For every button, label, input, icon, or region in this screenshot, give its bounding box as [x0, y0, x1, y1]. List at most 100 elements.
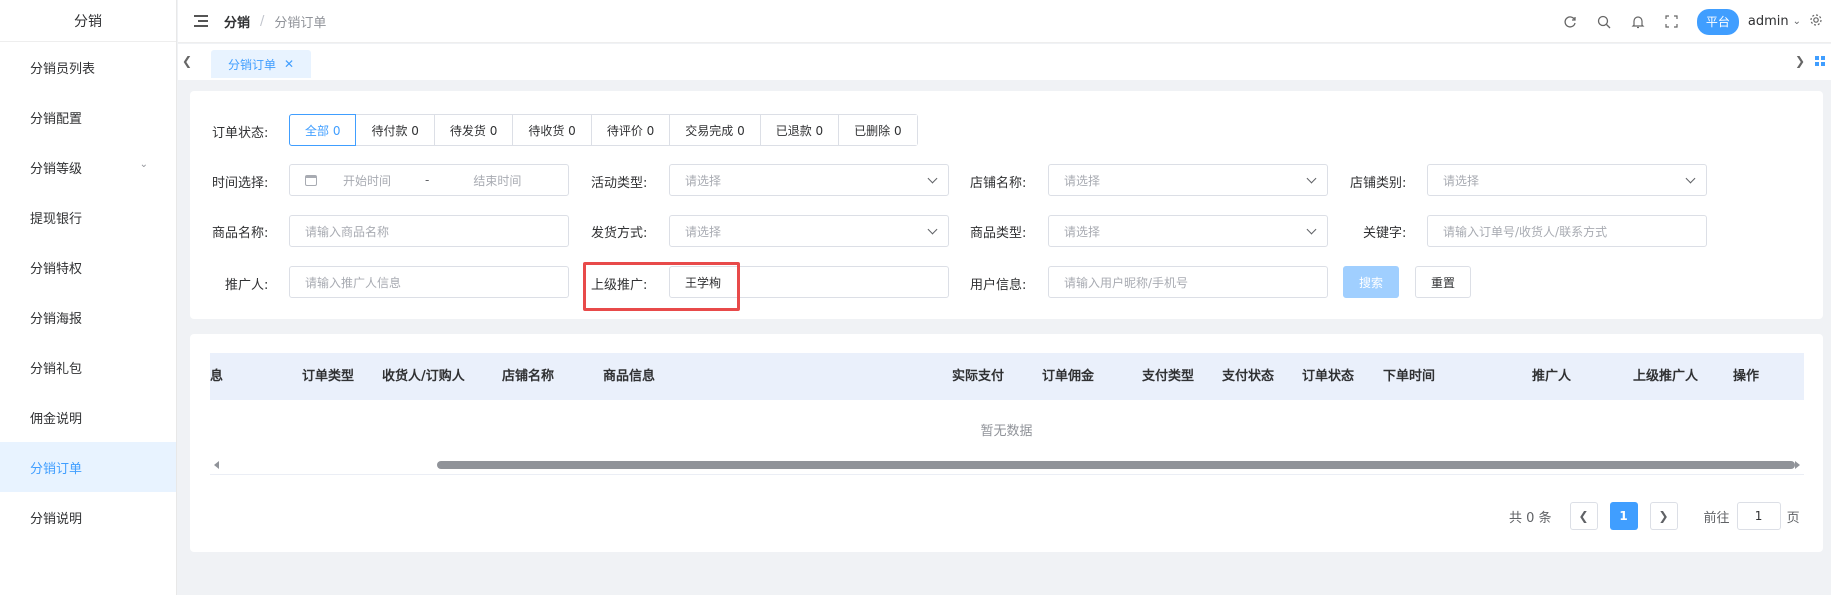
search-button[interactable]: 搜索	[1343, 266, 1399, 298]
top-header: 分销 / 分销订单 平台 admin ⌄	[178, 0, 1831, 43]
breadcrumb-root[interactable]: 分销	[224, 12, 250, 31]
reset-button[interactable]: 重置	[1415, 266, 1471, 298]
status-tab-refunded[interactable]: 已退款 0	[760, 115, 840, 145]
column-header: 订单佣金	[1042, 369, 1095, 384]
sidebar-item-label: 分销等级	[30, 161, 83, 177]
sidebar-item-commission-desc[interactable]: 佣金说明	[0, 392, 176, 442]
sidebar-item-withdraw-bank[interactable]: 提现银行	[0, 192, 176, 242]
date-separator: -	[425, 173, 430, 187]
total-count: 共 0 条	[1509, 510, 1552, 526]
column-header: 操作	[1733, 369, 1760, 384]
table-header: 息 订单类型 收货人/订购人 店铺名称 商品信息 实际支付 订单佣金 支付类型 …	[210, 353, 1804, 400]
sidebar-item-orders[interactable]: 分销订单	[0, 442, 176, 492]
user-info-input[interactable]: 请输入用户昵称/手机号	[1048, 266, 1328, 298]
column-header: 订单状态	[1302, 369, 1355, 384]
scrollbar-thumb[interactable]	[437, 461, 1795, 469]
grid-icon[interactable]	[1815, 56, 1825, 66]
goods-type-select[interactable]: 请选择	[1048, 215, 1328, 247]
goods-type-label: 商品类型:	[970, 226, 1027, 241]
sidebar-item-label: 分销特权	[30, 261, 83, 277]
status-tab-pending-payment[interactable]: 待付款 0	[356, 115, 435, 145]
promoter-input[interactable]: 请输入推广人信息	[289, 266, 569, 298]
sidebar-item-config[interactable]: 分销配置	[0, 92, 176, 142]
status-tab-all[interactable]: 全部 0	[289, 114, 357, 146]
sidebar-item-description[interactable]: 分销说明	[0, 492, 176, 542]
column-header: 下单时间	[1383, 369, 1436, 384]
gear-icon[interactable]	[1809, 13, 1825, 31]
sidebar-item-label: 分销说明	[30, 511, 83, 527]
sidebar-item-poster[interactable]: 分销海报	[0, 292, 176, 342]
column-header: 上级推广人	[1633, 369, 1699, 384]
sidebar-item-label: 分销订单	[30, 461, 83, 477]
tags-bar: ❮ 分销订单 ✕ ❯	[178, 44, 1831, 80]
column-header: 订单类型	[302, 369, 355, 384]
user-menu[interactable]: admin ⌄	[1748, 14, 1801, 29]
fullscreen-icon[interactable]	[1663, 13, 1681, 31]
activity-type-select[interactable]: 请选择	[669, 164, 949, 196]
username: admin	[1747, 14, 1789, 29]
column-header: 息	[210, 369, 224, 384]
shop-type-label: 店铺类别:	[1350, 176, 1407, 191]
keyword-input[interactable]: 请输入订单号/收货人/联系方式	[1427, 215, 1707, 247]
order-status-label: 订单状态:	[212, 126, 269, 141]
scroll-left-arrow-icon[interactable]	[214, 461, 219, 469]
column-header: 支付状态	[1222, 369, 1275, 384]
sidebar-item-gift[interactable]: 分销礼包	[0, 342, 176, 392]
sidebar: 分销 分销员列表 分销配置 分销等级 ⌄ 提现银行 分销特权 分销海报 分销礼包 …	[0, 0, 177, 595]
prev-page-button[interactable]: ❮	[1569, 502, 1598, 530]
goods-name-input[interactable]: 请输入商品名称	[289, 215, 569, 247]
shop-type-select[interactable]: 请选择	[1427, 164, 1707, 196]
user-info-label: 用户信息:	[970, 278, 1027, 293]
breadcrumb-separator: /	[260, 13, 265, 29]
shop-name-select[interactable]: 请选择	[1048, 164, 1328, 196]
refresh-icon[interactable]	[1561, 13, 1579, 31]
goto-page-input[interactable]: 1	[1736, 502, 1781, 530]
sidebar-item-privilege[interactable]: 分销特权	[0, 242, 176, 292]
sidebar-item-label: 分销礼包	[30, 361, 83, 377]
chevron-down-icon: ⌄	[1792, 16, 1801, 27]
sidebar-title: 分销	[0, 0, 176, 42]
chevron-left-icon[interactable]: ❮	[182, 54, 192, 68]
delivery-select[interactable]: 请选择	[669, 215, 949, 247]
status-tab-pending-shipment[interactable]: 待发货 0	[434, 115, 514, 145]
status-tab-pending-review[interactable]: 待评价 0	[591, 115, 671, 145]
start-date-placeholder[interactable]: 开始时间	[343, 172, 391, 189]
bell-icon[interactable]	[1629, 13, 1647, 31]
goods-name-label: 商品名称:	[212, 226, 269, 241]
date-range-picker[interactable]: 开始时间 - 结束时间	[289, 164, 569, 196]
next-page-button[interactable]: ❯	[1649, 502, 1678, 530]
status-tab-deleted[interactable]: 已删除 0	[839, 115, 917, 145]
end-date-placeholder[interactable]: 结束时间	[473, 172, 521, 189]
page-number-current[interactable]: 1	[1609, 502, 1638, 530]
sidebar-item-distributor-list[interactable]: 分销员列表	[0, 42, 176, 92]
chevron-right-icon[interactable]: ❯	[1795, 54, 1805, 68]
scroll-right-arrow-icon[interactable]	[1795, 461, 1800, 469]
status-tab-completed[interactable]: 交易完成 0	[670, 115, 761, 145]
filter-panel: 订单状态: 全部 0 待付款 0 待发货 0 待收货 0 待评价 0 交易完成 …	[190, 91, 1823, 319]
shop-name-label: 店铺名称:	[970, 176, 1027, 191]
sidebar-item-label: 佣金说明	[30, 411, 83, 427]
breadcrumb-current: 分销订单	[274, 15, 327, 31]
sidebar-item-label: 分销海报	[30, 311, 83, 327]
keyword-label: 关键字:	[1363, 226, 1407, 241]
goto-label: 前往	[1703, 510, 1730, 526]
search-icon[interactable]	[1595, 13, 1613, 31]
column-header: 店铺名称	[502, 369, 555, 384]
status-tab-pending-receipt[interactable]: 待收货 0	[513, 115, 592, 145]
column-header: 推广人	[1532, 369, 1572, 384]
order-status-tabs: 全部 0 待付款 0 待发货 0 待收货 0 待评价 0 交易完成 0 已退款 …	[289, 114, 918, 146]
upper-promoter-input[interactable]: 王学栒	[669, 266, 949, 298]
column-header: 收货人/订购人	[382, 369, 465, 384]
horizontal-scrollbar[interactable]	[210, 460, 1804, 470]
close-icon[interactable]: ✕	[284, 57, 294, 71]
tab-orders[interactable]: 分销订单 ✕	[211, 50, 311, 78]
tab-label: 分销订单	[227, 57, 276, 72]
activity-type-label: 活动类型:	[591, 176, 648, 191]
column-header: 支付类型	[1142, 369, 1195, 384]
platform-button[interactable]: 平台	[1696, 8, 1739, 35]
sidebar-item-level[interactable]: 分销等级 ⌄	[0, 142, 176, 192]
menu-toggle-icon[interactable]	[194, 15, 208, 27]
sidebar-item-label: 分销配置	[30, 111, 83, 127]
sidebar-item-label: 提现银行	[30, 211, 83, 227]
empty-state: 暂无数据	[980, 424, 1033, 439]
